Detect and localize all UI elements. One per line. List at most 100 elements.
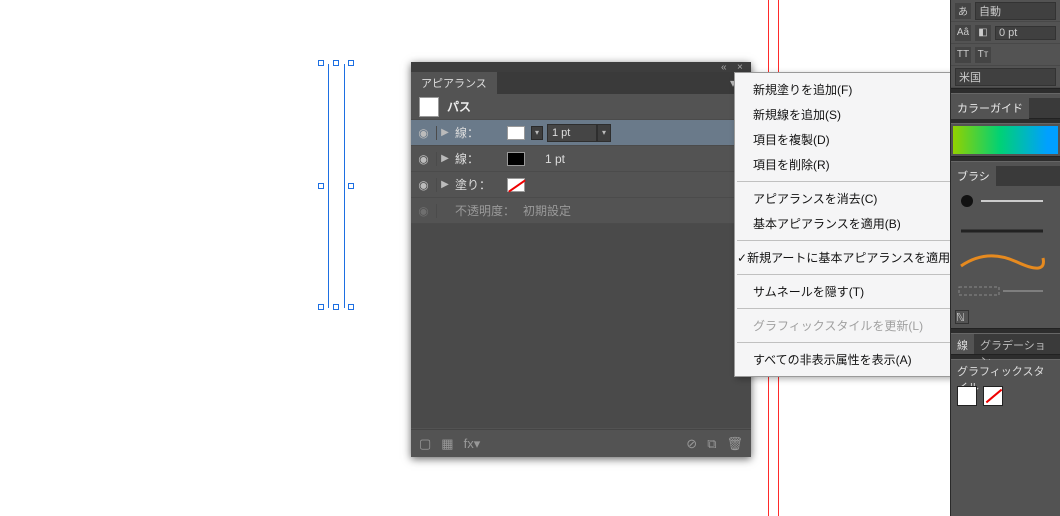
leading-icon: Aâ: [955, 25, 971, 41]
weight-dropdown[interactable]: ▾: [597, 124, 611, 142]
check-icon: ✓: [737, 251, 747, 265]
panel-empty-area: [411, 224, 751, 428]
brush-footer-icons: ℕ: [951, 306, 1060, 328]
brush-tabs: ブラシ: [951, 166, 1060, 186]
pt-field[interactable]: 0 pt: [995, 26, 1056, 40]
handle[interactable]: [318, 304, 324, 310]
lib-icon[interactable]: ℕ: [955, 310, 969, 324]
fill-color-swatch[interactable]: [507, 178, 525, 192]
color-spectrum[interactable]: [953, 126, 1058, 154]
menu-separator: [737, 308, 957, 309]
object-thumbnail: [419, 97, 439, 117]
menu-delete-item[interactable]: ✓項目を削除(R): [735, 152, 959, 177]
visibility-toggle[interactable]: ◉: [411, 126, 437, 140]
stroke-weight-input[interactable]: 1 pt: [547, 124, 597, 142]
fx-button[interactable]: fx▾: [464, 436, 481, 452]
menu-clear-appearance[interactable]: ✓アピアランスを消去(C): [735, 186, 959, 211]
colorguide-tabs: カラーガイド: [951, 98, 1060, 118]
tab-brushes[interactable]: ブラシ: [951, 165, 996, 187]
duplicate-icon[interactable]: ⧉: [707, 436, 716, 452]
menu-duplicate-item[interactable]: ✓項目を複製(D): [735, 127, 959, 152]
brush-item[interactable]: [951, 276, 1060, 306]
appearance-panel[interactable]: « × アピアランス ▾≡ パス ◉ ▶ 線： ▾ 1 pt ▾ ◉ ▶ 線： …: [411, 62, 751, 457]
panel-controls: « ×: [411, 62, 751, 72]
stroke-weight-value: 1 pt: [545, 152, 565, 166]
panel-footer: ▢ ▦ fx▾ ⊘ ⧉ 🗑: [411, 429, 751, 457]
stepper-icon[interactable]: ◧: [975, 25, 991, 41]
attr-label: 線：: [453, 124, 507, 141]
leading-row: Aâ ◧ 0 pt: [951, 22, 1060, 44]
visibility-toggle[interactable]: ◉: [411, 178, 437, 192]
new-fill-icon[interactable]: ▢: [419, 436, 431, 452]
tab-graphic-styles[interactable]: グラフィックスタイル: [951, 360, 1060, 380]
stroke-row-1[interactable]: ◉ ▶ 線： ▾ 1 pt ▾: [411, 120, 751, 146]
char-row: あ 自動: [951, 0, 1060, 22]
char-icon: あ: [955, 3, 971, 19]
menu-show-hidden-attrs[interactable]: ✓すべての非表示属性を表示(A): [735, 347, 959, 372]
visibility-toggle[interactable]: ◉: [411, 152, 437, 166]
disclosure-icon[interactable]: ▶: [437, 153, 453, 164]
tab-gradient[interactable]: グラデーション: [974, 334, 1060, 354]
stroke-color-swatch[interactable]: [507, 126, 525, 140]
gstyle-none[interactable]: [983, 386, 1003, 406]
gstyle-default[interactable]: [957, 386, 977, 406]
brush-item[interactable]: [951, 246, 1060, 276]
path-2[interactable]: [344, 64, 345, 308]
target-object-row: パス: [411, 94, 751, 120]
stroke-tabs: 線 グラデーション: [951, 334, 1060, 354]
gstyle-tabs: グラフィックスタイル: [951, 360, 1060, 380]
tab-color-guide[interactable]: カラーガイド: [951, 97, 1029, 119]
auto-label[interactable]: 自動: [975, 2, 1056, 20]
menu-reduce-appearance[interactable]: ✓基本アピアランスを適用(B): [735, 211, 959, 236]
brush-item[interactable]: [951, 216, 1060, 246]
tab-stroke[interactable]: 線: [951, 334, 974, 354]
dock-divider: [951, 88, 1060, 94]
path-1[interactable]: [328, 64, 329, 308]
menu-hide-thumbnail[interactable]: ✓サムネールを隠す(T): [735, 279, 959, 304]
panel-tabstrip: アピアランス ▾≡: [411, 72, 751, 94]
collapse-icon[interactable]: «: [721, 62, 731, 73]
trash-icon[interactable]: 🗑: [726, 436, 743, 452]
handle[interactable]: [348, 304, 354, 310]
visibility-toggle[interactable]: ◉: [411, 204, 437, 218]
menu-update-style: ✓グラフィックスタイルを更新(L): [735, 313, 959, 338]
opacity-row[interactable]: ◉ 不透明度： 初期設定: [411, 198, 751, 224]
menu-separator: [737, 240, 957, 241]
tt-row: TT Tᴛ: [951, 44, 1060, 66]
attr-label: 不透明度：: [453, 202, 523, 219]
disclosure-icon[interactable]: ▶: [437, 179, 453, 190]
stroke-color-swatch[interactable]: [507, 152, 525, 166]
close-icon[interactable]: ×: [737, 62, 747, 73]
brush-item[interactable]: [951, 186, 1060, 216]
opacity-value[interactable]: 初期設定: [523, 202, 571, 219]
stroke-row-2[interactable]: ◉ ▶ 線： 1 pt: [411, 146, 751, 172]
clear-icon[interactable]: ⊘: [686, 436, 697, 452]
allcaps-icon[interactable]: TT: [955, 47, 971, 63]
menu-add-stroke[interactable]: ✓新規線を追加(S): [735, 102, 959, 127]
object-type-label: パス: [447, 98, 471, 115]
swatch-dropdown[interactable]: ▾: [531, 126, 543, 140]
menu-separator: [737, 181, 957, 182]
attr-label: 塗り：: [453, 176, 507, 193]
handle[interactable]: [348, 183, 354, 189]
fill-row[interactable]: ◉ ▶ 塗り：: [411, 172, 751, 198]
handle[interactable]: [348, 60, 354, 66]
handle[interactable]: [318, 183, 324, 189]
tab-appearance[interactable]: アピアランス: [411, 72, 497, 94]
handle[interactable]: [333, 304, 339, 310]
menu-separator: [737, 342, 957, 343]
language-select[interactable]: 米国: [955, 68, 1056, 86]
lang-row: 米国: [951, 66, 1060, 88]
right-panel-dock: あ 自動 Aâ ◧ 0 pt TT Tᴛ 米国 カラーガイド ブラシ ℕ: [950, 0, 1060, 516]
brush-list: [951, 186, 1060, 306]
menu-new-art-basic[interactable]: ✓新規アートに基本アピアランスを適用(N): [735, 245, 959, 270]
handle[interactable]: [333, 60, 339, 66]
new-stroke-icon[interactable]: ▦: [441, 436, 453, 452]
menu-add-fill[interactable]: ✓新規塗りを追加(F): [735, 77, 959, 102]
attr-label: 線：: [453, 150, 507, 167]
appearance-panel-menu[interactable]: ✓新規塗りを追加(F) ✓新規線を追加(S) ✓項目を複製(D) ✓項目を削除(…: [734, 72, 960, 377]
dock-divider: [951, 156, 1060, 162]
smallcaps-icon[interactable]: Tᴛ: [975, 47, 991, 63]
disclosure-icon[interactable]: ▶: [437, 127, 453, 138]
handle[interactable]: [318, 60, 324, 66]
